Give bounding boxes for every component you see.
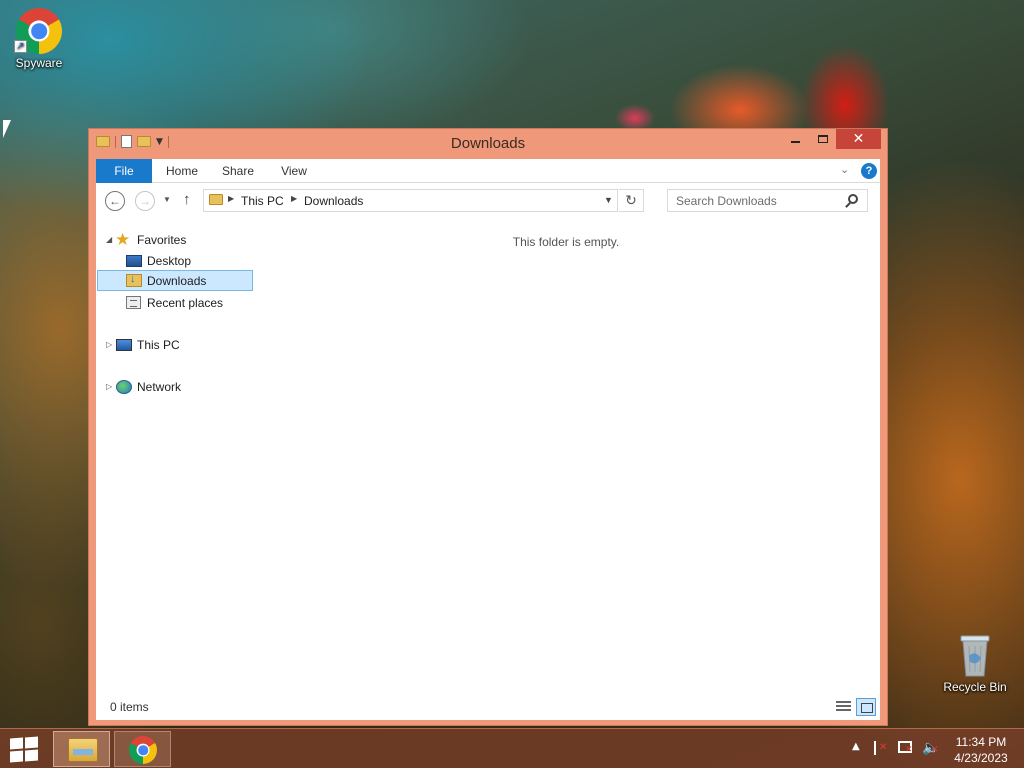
large-icons-view-button[interactable]	[856, 698, 876, 716]
taskbar-chrome[interactable]	[114, 731, 171, 767]
search-input[interactable]	[668, 190, 843, 211]
tree-item-this-pc[interactable]: ▷ This PC	[97, 334, 253, 355]
tab-share[interactable]: Share	[214, 159, 262, 183]
tab-file[interactable]: File	[96, 159, 152, 183]
tree-item-label: Network	[137, 379, 182, 394]
refresh-button[interactable]: ↻	[619, 189, 644, 212]
collapsed-chevron-icon[interactable]: ▷	[106, 382, 112, 391]
show-hidden-icons-button[interactable]: ▲	[852, 741, 860, 752]
maximize-icon	[817, 135, 828, 143]
help-icon[interactable]: ?	[861, 163, 877, 179]
window-title: Downloads	[450, 135, 526, 152]
shortcut-arrow-icon: ↗	[14, 40, 27, 53]
tree-item-label: Favorites	[137, 232, 187, 247]
downloads-folder-icon	[209, 194, 223, 205]
windows-logo-icon	[10, 737, 23, 750]
action-center-flag-icon[interactable]	[874, 741, 888, 755]
network-icon	[116, 379, 132, 394]
mouse-cursor	[3, 120, 11, 138]
search-box[interactable]	[667, 189, 868, 212]
system-clock[interactable]: 11:34 PM 4/23/2023	[950, 734, 1012, 766]
clock-time: 11:34 PM	[955, 735, 1007, 749]
status-bar: 0 items	[96, 696, 880, 720]
window-client: File Home Share View ⌄ ? ← → ▼ ↑ ▶ This …	[96, 159, 880, 720]
breadcrumb-downloads[interactable]: Downloads	[304, 194, 363, 208]
network-status-icon[interactable]	[898, 741, 913, 755]
clock-date: 4/23/2023	[954, 751, 1008, 765]
tree-item-recent-places[interactable]: Recent places	[97, 292, 253, 313]
expand-ribbon-chevron-icon[interactable]: ⌄	[840, 163, 849, 176]
taskbar: ▲ 🔈 ✕ 11:34 PM 4/23/2023	[0, 728, 1024, 768]
tree-item-network[interactable]: ▷ Network	[97, 376, 253, 397]
breadcrumb-chevron-icon[interactable]: ▶	[228, 194, 234, 203]
address-bar[interactable]: ▶ This PC ▶ Downloads ▼	[203, 189, 618, 212]
details-view-button[interactable]	[836, 699, 852, 715]
breadcrumb-this-pc[interactable]: This PC	[241, 194, 284, 208]
tab-view[interactable]: View	[270, 159, 318, 183]
tree-item-label: Recent places	[147, 295, 224, 310]
recycle-bin-icon	[960, 635, 990, 677]
taskbar-file-explorer[interactable]	[53, 731, 110, 767]
desktop-icon-recycle-bin[interactable]: Recycle Bin	[940, 630, 1010, 694]
desktop-icon-label: Spyware	[15, 56, 63, 70]
tree-item-label: This PC	[137, 337, 180, 352]
tab-home[interactable]: Home	[158, 159, 206, 183]
search-icon[interactable]	[848, 194, 858, 204]
minimize-button[interactable]	[782, 129, 809, 149]
window-controls: ✕	[782, 129, 881, 149]
navigation-pane: ◢ ★ Favorites Desktop Downloads Recent p…	[96, 227, 256, 687]
close-button[interactable]: ✕	[836, 129, 881, 149]
ribbon: File Home Share View ⌄ ?	[96, 159, 880, 183]
file-explorer-icon	[68, 738, 98, 762]
start-button[interactable]	[10, 736, 38, 763]
tree-item-label: Downloads	[147, 273, 207, 288]
windows-logo-icon	[25, 749, 38, 762]
this-pc-icon	[116, 338, 132, 351]
empty-folder-message: This folder is empty.	[512, 235, 620, 249]
desktop-icon	[126, 254, 142, 267]
expanded-chevron-icon[interactable]: ◢	[106, 235, 112, 244]
tree-item-label: Desktop	[147, 253, 192, 268]
up-button[interactable]: ↑	[183, 191, 191, 208]
desktop-icon-label: Recycle Bin	[943, 680, 1007, 694]
volume-muted-icon: ✕	[931, 745, 939, 755]
explorer-window[interactable]: ▼ Downloads ✕ File Home Share View ⌄ ? ←…	[88, 128, 888, 726]
tree-item-desktop[interactable]: Desktop	[97, 250, 253, 271]
star-icon: ★	[115, 230, 131, 249]
title-bar[interactable]: ▼ Downloads ✕	[89, 129, 887, 159]
breadcrumb-chevron-icon[interactable]: ▶	[291, 194, 297, 203]
desktop-icon-spyware[interactable]: ↗ Spyware	[4, 6, 74, 70]
back-button[interactable]: ←	[105, 191, 125, 211]
downloads-folder-icon	[126, 273, 142, 287]
maximize-button[interactable]	[809, 129, 836, 149]
chrome-icon	[129, 736, 157, 764]
recent-locations-dropdown-icon[interactable]: ▼	[163, 195, 171, 204]
tree-item-downloads[interactable]: Downloads	[97, 270, 253, 291]
windows-logo-icon	[10, 750, 23, 763]
tree-item-favorites[interactable]: ◢ ★ Favorites	[97, 229, 253, 250]
navigation-bar: ← → ▼ ↑ ▶ This PC ▶ Downloads ▼ ↻	[96, 187, 880, 219]
recent-places-icon	[126, 296, 141, 309]
collapsed-chevron-icon[interactable]: ▷	[106, 340, 112, 349]
item-count: 0 items	[110, 700, 149, 714]
forward-button[interactable]: →	[135, 191, 155, 211]
address-dropdown-icon[interactable]: ▼	[604, 195, 613, 205]
minimize-icon	[791, 141, 800, 143]
windows-logo-icon	[25, 736, 38, 749]
